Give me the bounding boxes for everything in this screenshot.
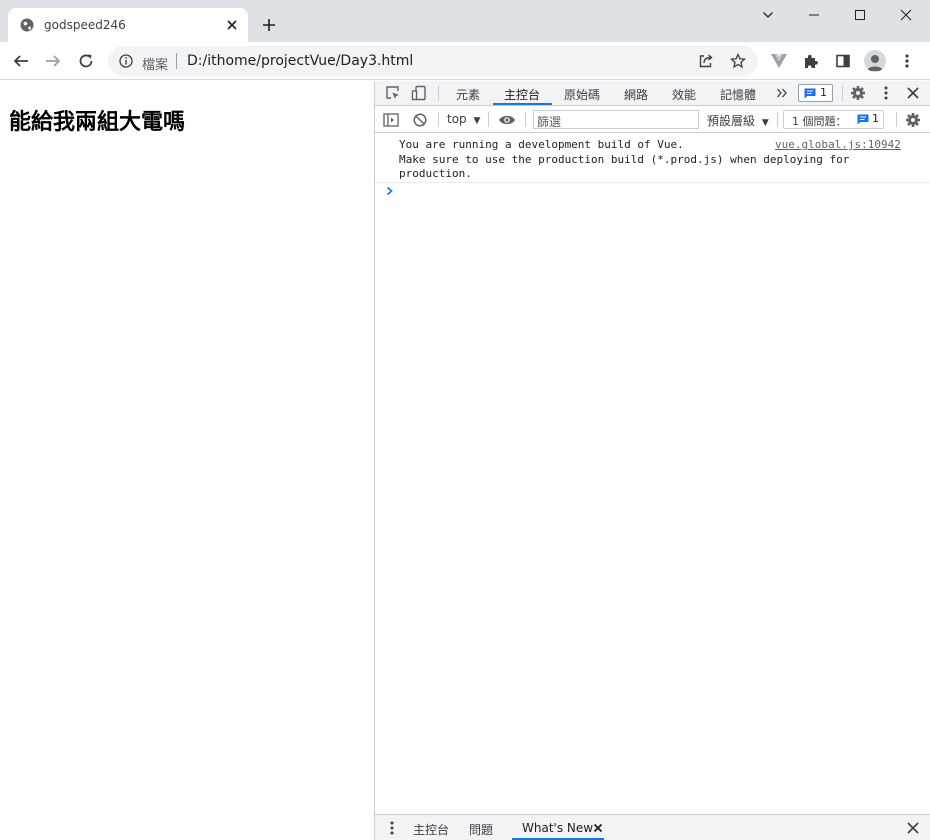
new-tab-icon[interactable] xyxy=(261,17,277,33)
close-devtools-icon[interactable] xyxy=(903,83,923,103)
page-content: 能給我兩組大電嗎 xyxy=(0,81,374,840)
devtools-divider xyxy=(525,112,526,127)
clear-console-icon[interactable] xyxy=(410,110,430,130)
drawer-tab-issues[interactable]: 問題 xyxy=(469,821,493,838)
issues-badge[interactable]: 1 xyxy=(798,84,833,102)
browser-toolbar: 檔案 D:/ithome/projectVue/Day3.html xyxy=(0,42,930,80)
console-filter-bar: top ▼ 篩選 預設層級 ▼ 1 個問題： 1 xyxy=(375,107,930,133)
browser-tab[interactable]: godspeed246 xyxy=(8,8,248,42)
minimize-icon[interactable] xyxy=(791,0,837,30)
vue-devtools-extension-icon[interactable] xyxy=(769,51,789,71)
devtools-divider xyxy=(777,112,778,127)
address-divider xyxy=(176,53,177,69)
active-tab-indicator xyxy=(493,103,552,105)
extensions-puzzle-icon[interactable] xyxy=(801,51,821,71)
console-settings-gear-icon[interactable] xyxy=(903,110,923,130)
log-levels-select[interactable]: 預設層級 ▼ xyxy=(707,112,769,129)
devtools-panel: 元素 主控台 原始碼 網路 效能 記憶體 1 top ▼ 篩選 預設層級 ▼ 1… xyxy=(374,81,930,840)
issues-counter-label: 1 個問題： xyxy=(792,115,847,128)
devtools-menu-icon[interactable] xyxy=(876,83,896,103)
tab-memory[interactable]: 記憶體 xyxy=(720,86,756,103)
live-expression-eye-icon[interactable] xyxy=(497,110,517,130)
inspect-element-icon[interactable] xyxy=(383,83,403,103)
message-icon xyxy=(804,88,816,99)
forward-arrow-icon[interactable] xyxy=(43,51,63,71)
tab-sources[interactable]: 原始碼 xyxy=(564,86,600,103)
issues-badge-count: 1 xyxy=(820,86,827,99)
drawer-tab-whats-new[interactable]: What's New xyxy=(522,821,593,835)
dropdown-caret-icon: ▼ xyxy=(761,118,769,128)
page-heading: 能給我兩組大電嗎 xyxy=(9,110,186,135)
sidebar-toggle-icon[interactable] xyxy=(381,110,401,130)
issues-counter-value: 1 xyxy=(872,112,879,125)
message-icon xyxy=(857,114,869,125)
info-icon[interactable] xyxy=(119,54,133,68)
drawer-tab-console[interactable]: 主控台 xyxy=(413,821,449,838)
devtools-divider xyxy=(896,112,897,127)
devtools-divider xyxy=(842,86,843,101)
reload-icon[interactable] xyxy=(76,51,96,71)
tab-console[interactable]: 主控台 xyxy=(504,86,540,103)
dropdown-caret-icon: ▼ xyxy=(473,116,481,126)
devtools-divider xyxy=(438,86,439,101)
console-prompt-chevron-icon[interactable] xyxy=(384,185,396,197)
console-source-link[interactable]: vue.global.js:10942 xyxy=(775,138,901,151)
tab-search-icon[interactable] xyxy=(745,0,791,30)
drawer-menu-icon[interactable] xyxy=(382,818,402,838)
devtools-drawer: 主控台 問題 What's New xyxy=(375,814,930,840)
side-panel-icon[interactable] xyxy=(833,51,853,71)
address-url[interactable]: D:/ithome/projectVue/Day3.html xyxy=(187,53,413,69)
device-toolbar-icon[interactable] xyxy=(409,83,429,103)
profile-avatar[interactable] xyxy=(864,50,886,72)
issues-counter-button[interactable]: 1 個問題： 1 xyxy=(783,110,884,129)
tab-elements[interactable]: 元素 xyxy=(456,86,480,103)
console-message: You are running a development build of V… xyxy=(375,134,930,183)
devtools-tab-bar: 元素 主控台 原始碼 網路 效能 記憶體 1 xyxy=(375,81,930,106)
tab-performance[interactable]: 效能 xyxy=(672,86,696,103)
devtools-divider xyxy=(438,112,439,127)
maximize-icon[interactable] xyxy=(837,0,883,30)
tab-title: godspeed246 xyxy=(44,18,126,32)
share-icon[interactable] xyxy=(698,53,714,69)
title-bar: godspeed246 xyxy=(0,0,930,42)
close-window-icon[interactable] xyxy=(883,0,929,30)
filter-placeholder: 篩選 xyxy=(537,115,562,129)
close-drawer-icon[interactable] xyxy=(903,818,923,838)
globe-icon xyxy=(20,18,34,32)
bookmark-star-icon[interactable] xyxy=(730,53,746,69)
site-info-label[interactable]: 檔案 xyxy=(142,54,168,73)
more-menu-icon[interactable] xyxy=(897,51,917,71)
console-filter-input[interactable]: 篩選 xyxy=(533,110,699,129)
settings-gear-icon[interactable] xyxy=(848,83,868,103)
context-select[interactable]: top ▼ xyxy=(447,112,480,126)
close-drawer-tab-icon[interactable] xyxy=(588,818,608,838)
close-tab-icon[interactable] xyxy=(224,17,240,33)
address-bar[interactable]: 檔案 D:/ithome/projectVue/Day3.html xyxy=(108,46,758,76)
back-arrow-icon[interactable] xyxy=(11,51,31,71)
devtools-divider xyxy=(488,112,489,127)
context-value: top xyxy=(447,112,467,126)
tab-network[interactable]: 網路 xyxy=(624,86,648,103)
more-tabs-chevron-icon[interactable] xyxy=(772,83,792,103)
log-levels-label: 預設層級 xyxy=(707,114,756,128)
